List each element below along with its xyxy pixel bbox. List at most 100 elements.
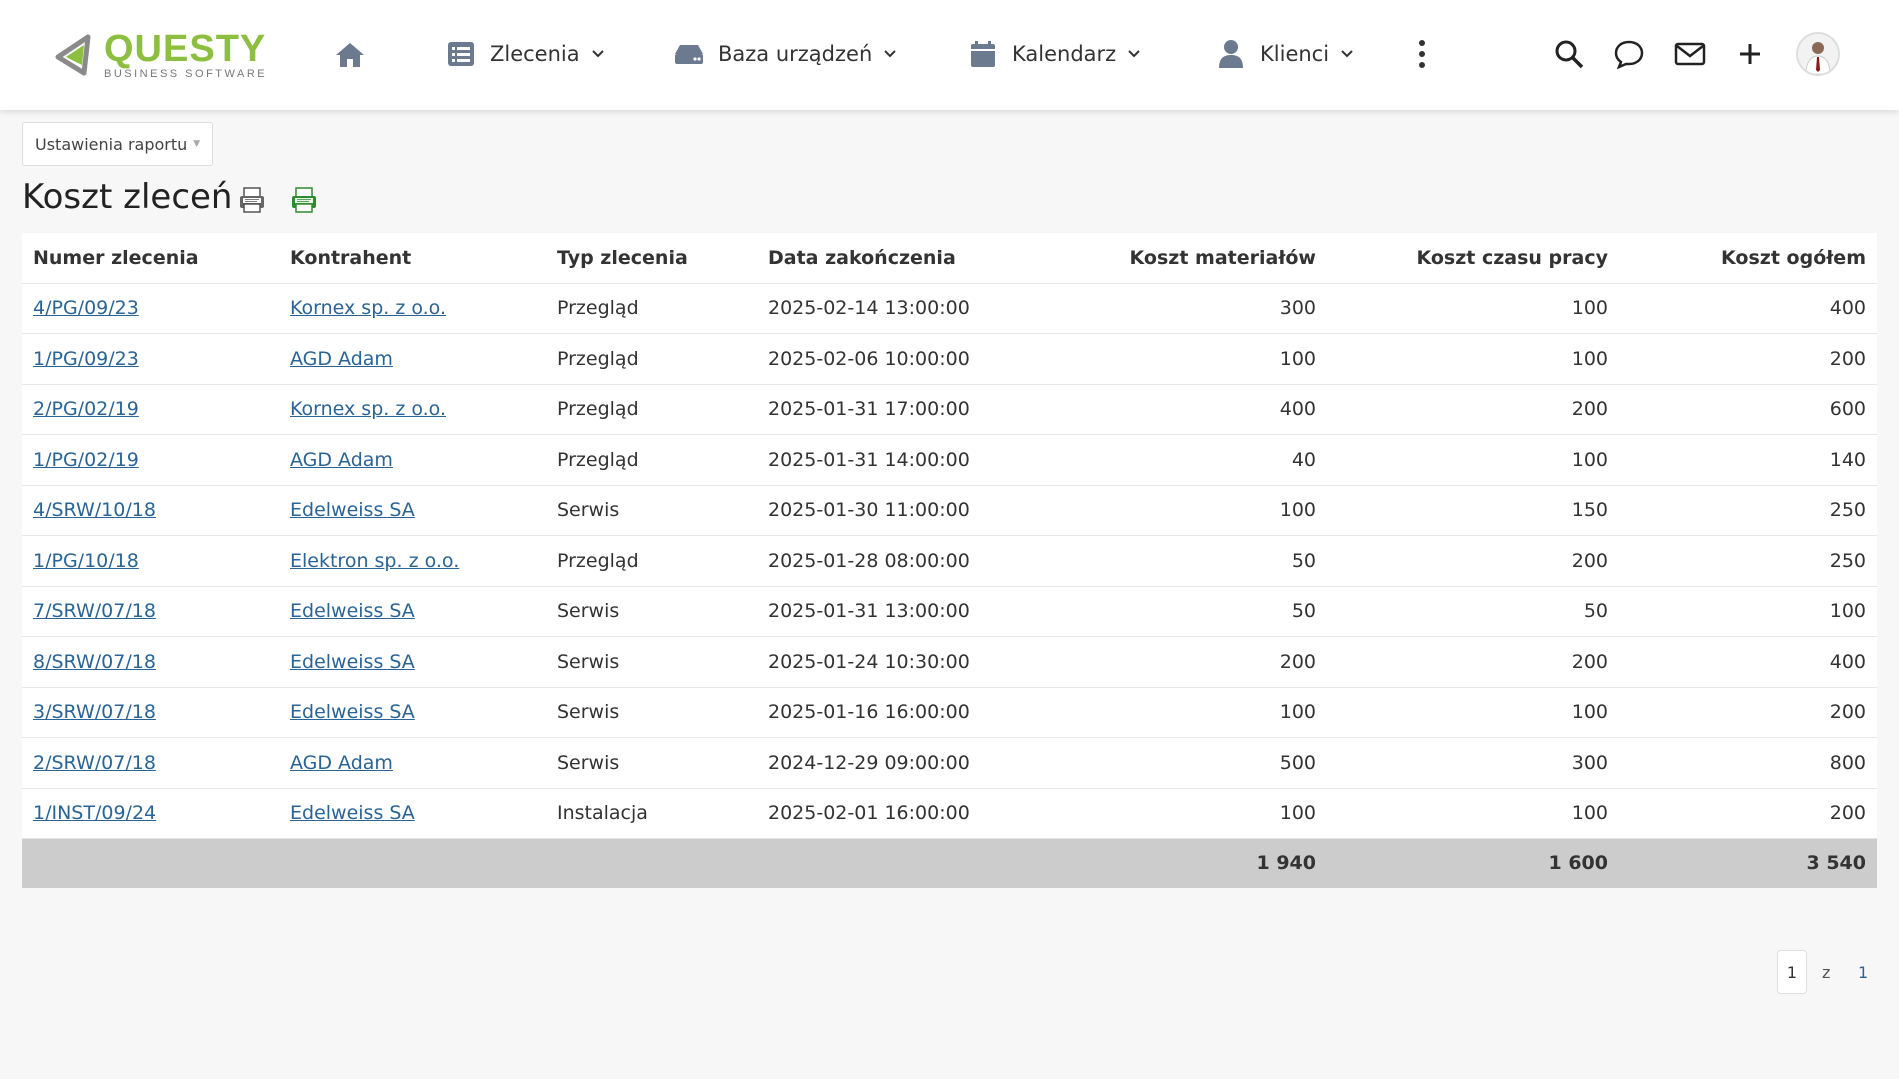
table-cell: 2025-01-24 10:30:00 [757, 636, 1047, 688]
column-header[interactable]: Data zakończenia [757, 233, 1047, 284]
nav-baza-urzadzen[interactable]: Baza urządzeń [674, 34, 898, 74]
contractor-link[interactable]: AGD Adam [290, 752, 393, 774]
table-cell: Przegląd [546, 434, 757, 486]
table-cell: Kornex sp. z o.o. [279, 283, 546, 334]
table-cell: 500 [1047, 737, 1327, 789]
nav-baza-urzadzen-label: Baza urządzeń [718, 42, 873, 66]
order-number-link[interactable]: 4/PG/09/23 [33, 297, 139, 319]
column-header[interactable]: Numer zlecenia [22, 233, 279, 284]
nav-klienci[interactable]: Klienci [1216, 34, 1355, 74]
contractor-link[interactable]: Edelweiss SA [290, 499, 415, 521]
contractor-link[interactable]: Edelweiss SA [290, 600, 415, 622]
table-cell: AGD Adam [279, 333, 546, 385]
table-cell: 100 [1619, 586, 1877, 637]
logo-tagline: BUSINESS SOFTWARE [104, 68, 268, 80]
avatar[interactable] [1796, 32, 1840, 76]
table-cell: 200 [1327, 535, 1619, 587]
contractor-link[interactable]: Edelweiss SA [290, 651, 415, 673]
order-number-link[interactable]: 4/SRW/10/18 [33, 499, 156, 521]
column-header[interactable]: Koszt czasu pracy [1327, 233, 1619, 284]
table-cell: Edelweiss SA [279, 788, 546, 839]
total-cell [546, 838, 757, 888]
table-row: 8/SRW/07/18 Edelweiss SA Serwis 2025-01-24 … [22, 636, 1877, 688]
total-cell [22, 838, 279, 888]
table-cell: 50 [1047, 535, 1327, 587]
table-cell: 300 [1327, 737, 1619, 789]
nav-kalendarz[interactable]: Kalendarz [968, 34, 1142, 74]
table-cell: 200 [1327, 636, 1619, 688]
chevron-down-icon [884, 50, 896, 58]
table-cell: Edelweiss SA [279, 687, 546, 738]
table-cell: 800 [1619, 737, 1877, 789]
table-cell: 1/PG/10/18 [22, 535, 279, 587]
more-vertical-icon[interactable] [1412, 38, 1432, 70]
table-cell: 150 [1327, 485, 1619, 536]
csv-icon[interactable] [238, 186, 266, 214]
report-settings-button[interactable]: Ustawienia raportu ▼ [22, 122, 214, 166]
nav-kalendarz-label: Kalendarz [1012, 42, 1117, 66]
table-cell: Serwis [546, 636, 757, 688]
column-header[interactable]: Typ zlecenia [546, 233, 757, 284]
column-header[interactable]: Koszt materiałów [1047, 233, 1327, 284]
table-row: 7/SRW/07/18 Edelweiss SA Serwis 2025-01-31 … [22, 586, 1877, 637]
home-icon[interactable] [334, 40, 366, 70]
order-number-link[interactable]: 1/PG/10/18 [33, 550, 139, 572]
nav-zlecenia-label: Zlecenia [490, 42, 580, 66]
search-icon[interactable] [1553, 38, 1585, 70]
contractor-link[interactable]: Kornex sp. z o.o. [290, 398, 446, 420]
report-settings-label: Ustawienia raportu [35, 134, 188, 154]
column-header[interactable]: Kontrahent [279, 233, 546, 284]
page-title: Koszt zleceń [22, 177, 233, 217]
pagination-total-pages[interactable]: 1 [1858, 950, 1868, 994]
table-cell: 400 [1619, 283, 1877, 334]
table-cell: Przegląd [546, 333, 757, 385]
table-row: 1/PG/02/19 AGD Adam Przegląd 2025-01-31 14:… [22, 434, 1877, 486]
user-icon [1216, 39, 1246, 69]
questy-logo[interactable]: QUESTY BUSINESS SOFTWARE [52, 30, 292, 80]
contractor-link[interactable]: Edelweiss SA [290, 802, 415, 824]
table-cell: 2025-01-16 16:00:00 [757, 687, 1047, 738]
table-cell: 1/INST/09/24 [22, 788, 279, 839]
table-cell: Kornex sp. z o.o. [279, 384, 546, 435]
table-cell: 2025-01-30 11:00:00 [757, 485, 1047, 536]
report-table-container: Numer zlecenia Kontrahent Typ zlecenia D… [22, 233, 1877, 888]
table-row: 3/SRW/07/18 Edelweiss SA Serwis 2025-01-16 … [22, 687, 1877, 738]
contractor-link[interactable]: Edelweiss SA [290, 701, 415, 723]
chevron-down-icon [1341, 50, 1353, 58]
list-icon [446, 39, 476, 69]
order-number-link[interactable]: 8/SRW/07/18 [33, 651, 156, 673]
table-cell: Serwis [546, 485, 757, 536]
contractor-link[interactable]: Kornex sp. z o.o. [290, 297, 446, 319]
table-cell: 250 [1619, 485, 1877, 536]
order-number-link[interactable]: 2/SRW/07/18 [33, 752, 156, 774]
mail-icon[interactable] [1674, 38, 1706, 70]
table-cell: 4/PG/09/23 [22, 283, 279, 334]
contractor-link[interactable]: Elektron sp. z o.o. [290, 550, 459, 572]
chat-icon[interactable] [1613, 38, 1645, 70]
table-cell: 1/PG/02/19 [22, 434, 279, 486]
table-cell: 100 [1047, 788, 1327, 839]
table-cell: Instalacja [546, 788, 757, 839]
order-number-link[interactable]: 2/PG/02/19 [33, 398, 139, 420]
order-number-link[interactable]: 1/INST/09/24 [33, 802, 156, 824]
order-number-link[interactable]: 3/SRW/07/18 [33, 701, 156, 723]
xlsx-icon[interactable] [290, 186, 318, 214]
totals-row: 1 940 1 600 3 540 [22, 838, 1877, 888]
contractor-link[interactable]: AGD Adam [290, 449, 393, 471]
table-cell: 50 [1047, 586, 1327, 637]
nav-zlecenia[interactable]: Zlecenia [446, 34, 606, 74]
column-header[interactable]: Koszt ogółem [1619, 233, 1877, 284]
table-cell: 2025-01-28 08:00:00 [757, 535, 1047, 587]
plus-icon[interactable] [1734, 38, 1766, 70]
table-cell: 100 [1327, 283, 1619, 334]
pagination-separator: z [1822, 962, 1831, 982]
contractor-link[interactable]: AGD Adam [290, 348, 393, 370]
order-number-link[interactable]: 1/PG/02/19 [33, 449, 139, 471]
table-cell: Elektron sp. z o.o. [279, 535, 546, 587]
order-number-link[interactable]: 1/PG/09/23 [33, 348, 139, 370]
order-number-link[interactable]: 7/SRW/07/18 [33, 600, 156, 622]
table-row: 4/SRW/10/18 Edelweiss SA Serwis 2025-01-30 … [22, 485, 1877, 536]
table-cell: 50 [1327, 586, 1619, 637]
logo-name: QUESTY [104, 28, 267, 70]
pagination-current-page[interactable]: 1 [1777, 950, 1807, 994]
